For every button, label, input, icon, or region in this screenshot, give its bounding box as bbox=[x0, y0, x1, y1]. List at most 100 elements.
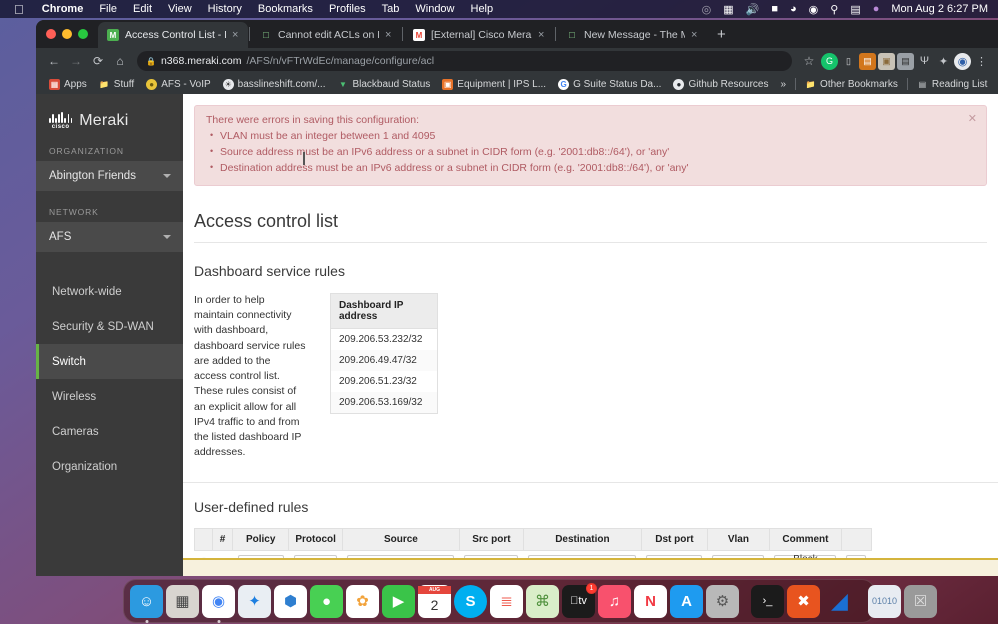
volume-icon[interactable]: 🔊 bbox=[740, 3, 766, 16]
bookmark-star-icon[interactable]: ☆ bbox=[799, 51, 819, 71]
dock-item-maps[interactable]: ⌘ bbox=[526, 584, 559, 618]
dock-item-photos[interactable]: ✿ bbox=[346, 584, 379, 618]
profile-avatar-icon[interactable]: ◉ bbox=[954, 52, 971, 70]
chat-extension-icon[interactable]: ▯ bbox=[840, 53, 857, 70]
dock-item-system-preferences[interactable]: ⚙ bbox=[706, 584, 739, 618]
menu-item-history[interactable]: History bbox=[200, 3, 250, 15]
maximize-window-button[interactable] bbox=[78, 29, 88, 39]
close-icon[interactable]: × bbox=[385, 29, 395, 41]
dock-item-reminders[interactable]: ≣ bbox=[490, 584, 523, 618]
sidebar-item-security-sdwan[interactable]: Security & SD-WAN bbox=[36, 309, 183, 344]
menu-item-view[interactable]: View bbox=[160, 3, 200, 15]
battery-icon[interactable]: ■ bbox=[765, 3, 784, 15]
screen-recording-icon[interactable]: ◎ bbox=[696, 3, 718, 16]
menu-item-help[interactable]: Help bbox=[463, 3, 502, 15]
menu-item-bookmarks[interactable]: Bookmarks bbox=[250, 3, 321, 15]
reading-list-button[interactable]: ▤ Reading List bbox=[912, 79, 993, 90]
dock-item-messages[interactable]: ● bbox=[310, 584, 343, 618]
bookmark-afs-voip[interactable]: ● AFS - VoIP bbox=[141, 78, 215, 90]
url-host: n368.meraki.com bbox=[160, 55, 242, 67]
close-icon[interactable]: ✕ bbox=[968, 112, 977, 125]
tab-access-control-list[interactable]: M Access Control List - Meraki D × bbox=[98, 22, 248, 48]
close-icon[interactable]: × bbox=[691, 29, 701, 41]
equipment-icon: ▣ bbox=[442, 78, 454, 90]
reload-icon[interactable]: ⟳ bbox=[88, 51, 108, 71]
bookmark-stuff[interactable]: 📁 Stuff bbox=[94, 79, 139, 90]
bookmark-apps[interactable]: ▦ Apps bbox=[44, 78, 92, 90]
dock-item-calendar[interactable]: AUG 2 bbox=[418, 584, 451, 618]
organization-selector[interactable]: Abington Friends bbox=[36, 161, 183, 191]
sidebar-item-cameras[interactable]: Cameras bbox=[36, 414, 183, 449]
dock-item-music[interactable]: ♫ bbox=[598, 584, 631, 618]
address-bar[interactable]: 🔒 n368.meraki.com/AFS/n/vFTrWdEc/manage/… bbox=[137, 51, 792, 71]
dock-item-x-app[interactable]: ✖ bbox=[787, 584, 820, 618]
tab-cisco-meraki-case[interactable]: M [External] Cisco Meraki Case 0 × bbox=[404, 22, 554, 48]
printer-icon[interactable]: ▤ bbox=[844, 3, 866, 16]
minimize-window-button[interactable] bbox=[62, 29, 72, 39]
control-center-icon[interactable]: ◉ bbox=[803, 3, 825, 16]
puzzle-extensions-icon[interactable]: ✦ bbox=[935, 53, 952, 70]
col-src-port: Src port bbox=[458, 528, 524, 552]
bookmarks-right-group: » 📁 Other Bookmarks ▤ Reading List bbox=[775, 78, 992, 90]
dock-item-launchpad[interactable]: ▦ bbox=[166, 584, 199, 618]
grammarly-extension-icon[interactable]: G bbox=[821, 52, 838, 70]
bookmark-github-resources[interactable]: ● Github Resources bbox=[668, 78, 773, 90]
dock-item-wireshark[interactable]: ◢ bbox=[823, 585, 856, 618]
dock-item-safari[interactable]: ✦ bbox=[238, 584, 271, 618]
screenshot-extension-icon[interactable]: ▣ bbox=[878, 52, 895, 70]
home-icon[interactable]: ⌂ bbox=[110, 51, 130, 71]
dock-item-app-store[interactable]: A bbox=[670, 584, 703, 618]
bookmark-blackbaud-status[interactable]: ▼ Blackbaud Status bbox=[332, 79, 435, 90]
error-alert-banner: There were errors in saving this configu… bbox=[194, 105, 987, 186]
menu-item-profiles[interactable]: Profiles bbox=[321, 3, 374, 15]
dock-item-finder[interactable]: ☺ bbox=[130, 584, 163, 623]
dock-item-downloads-stack[interactable]: 01010 bbox=[868, 584, 901, 618]
chrome-menu-icon[interactable]: ⋮ bbox=[973, 53, 990, 70]
bitwarden-extension-icon[interactable]: ▤ bbox=[859, 52, 876, 70]
keyboard-icon[interactable]: ▦ bbox=[717, 3, 739, 16]
bookmark-equipment-ips[interactable]: ▣ Equipment | IPS L... bbox=[437, 78, 551, 90]
apple-menu-icon[interactable]:  bbox=[8, 3, 34, 16]
dock-item-trash[interactable]: ☒ bbox=[904, 584, 937, 618]
tab-cannot-edit-acls[interactable]: ☐ Cannot edit ACLs on MS250 - × bbox=[251, 22, 401, 48]
chat-icon: ☐ bbox=[262, 30, 270, 40]
other-bookmarks-button[interactable]: 📁 Other Bookmarks bbox=[800, 79, 903, 90]
github-icon: ● bbox=[673, 78, 685, 90]
meraki-logo[interactable]: cisco Meraki bbox=[36, 94, 183, 130]
bookmark-basslineshift[interactable]: ☀ basslineshift.com/... bbox=[218, 78, 331, 90]
psi-extension-icon[interactable]: Ψ bbox=[916, 53, 933, 70]
bookmarks-overflow-button[interactable]: » bbox=[775, 79, 791, 90]
menu-item-window[interactable]: Window bbox=[407, 3, 462, 15]
dock-item-vscode[interactable]: ⬢ bbox=[274, 584, 307, 618]
network-selector[interactable]: AFS bbox=[36, 222, 183, 252]
menu-item-file[interactable]: File bbox=[91, 3, 125, 15]
dock-item-apple-tv[interactable]: tv1 bbox=[562, 582, 597, 618]
new-tab-button[interactable]: + bbox=[707, 26, 736, 43]
dock-item-skype[interactable]: S bbox=[454, 584, 487, 618]
sidebar-item-switch[interactable]: Switch bbox=[36, 344, 183, 379]
tab-new-message[interactable]: ☐ New Message - The Meraki Co × bbox=[557, 22, 707, 48]
dashboard-ip-row: 209.206.51.23/32 bbox=[339, 376, 417, 387]
menu-item-tab[interactable]: Tab bbox=[374, 3, 408, 15]
dock-item-chrome[interactable]: ◉ bbox=[202, 584, 235, 623]
siri-icon[interactable]: ● bbox=[867, 3, 886, 15]
wifi-icon[interactable]: ◕ bbox=[784, 3, 803, 15]
menu-item-edit[interactable]: Edit bbox=[125, 3, 160, 15]
close-window-button[interactable] bbox=[46, 29, 56, 39]
voip-icon: ● bbox=[146, 78, 158, 90]
sidebar-item-network-wide[interactable]: Network-wide bbox=[36, 274, 183, 309]
close-icon[interactable]: × bbox=[538, 29, 548, 41]
dock-item-terminal[interactable]: ›_ bbox=[751, 584, 784, 618]
sidebar-item-wireless[interactable]: Wireless bbox=[36, 379, 183, 414]
menu-bar-clock[interactable]: Mon Aug 2 6:27 PM bbox=[885, 3, 990, 15]
close-icon[interactable]: × bbox=[232, 29, 242, 41]
spotlight-search-icon[interactable]: ⚲ bbox=[824, 3, 844, 16]
dock-item-facetime[interactable]: ▶ bbox=[382, 584, 415, 618]
bookmark-gsuite-status[interactable]: GG Suite Status Da... bbox=[553, 78, 666, 90]
dock-item-news[interactable]: N bbox=[634, 584, 667, 618]
forward-icon[interactable]: → bbox=[66, 51, 86, 71]
lastpass-extension-icon[interactable]: ▤ bbox=[897, 52, 914, 70]
menu-item-chrome[interactable]: Chrome bbox=[34, 3, 92, 15]
back-icon[interactable]: ← bbox=[44, 51, 64, 71]
sidebar-item-organization[interactable]: Organization bbox=[36, 449, 183, 484]
